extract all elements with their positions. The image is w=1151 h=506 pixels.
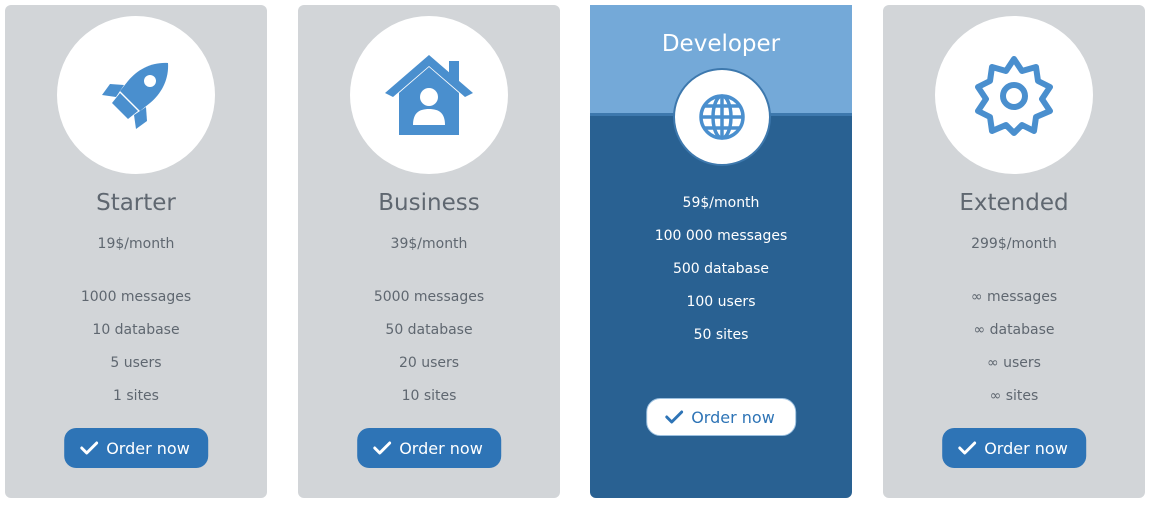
- check-icon: [80, 441, 99, 455]
- feature-users: 5 users: [110, 355, 162, 371]
- feature-database: 500 database: [672, 261, 770, 277]
- feature-list: 5000 messages 50 database 20 users 10 si…: [298, 289, 560, 421]
- feature-users: 100 users: [686, 294, 756, 310]
- plan-card-business: Business 39$/month 5000 messages 50 data…: [298, 5, 560, 498]
- plan-name: Starter: [96, 190, 176, 216]
- order-now-label: Order now: [106, 438, 190, 458]
- feature-messages: ∞ messages: [970, 289, 1058, 305]
- feature-list: ∞ messages ∞ database ∞ users ∞ sites: [883, 289, 1145, 421]
- feature-list: 100 000 messages 500 database 100 users …: [590, 228, 852, 360]
- feature-users: 20 users: [398, 355, 460, 371]
- check-icon: [958, 441, 977, 455]
- feature-messages: 1000 messages: [80, 289, 192, 305]
- plan-icon-circle: [57, 16, 215, 174]
- gear-icon: [975, 56, 1053, 136]
- plan-icon-circle: [350, 16, 508, 174]
- order-now-button-developer[interactable]: Order now: [646, 398, 796, 436]
- feature-sites: 10 sites: [401, 388, 457, 404]
- feature-sites: 50 sites: [693, 327, 749, 343]
- feature-database: ∞ database: [973, 322, 1055, 338]
- feature-messages: 100 000 messages: [654, 228, 788, 244]
- feature-sites: 1 sites: [113, 388, 159, 404]
- feature-database: 50 database: [385, 322, 473, 338]
- order-now-label: Order now: [984, 438, 1068, 458]
- feature-sites: ∞ sites: [989, 388, 1039, 404]
- plan-name: Developer: [661, 31, 781, 57]
- plan-icon-circle: [673, 68, 771, 166]
- plan-name: Extended: [959, 190, 1069, 216]
- plan-price: 59$/month: [682, 195, 760, 211]
- plan-card-extended: Extended 299$/month ∞ messages ∞ databas…: [883, 5, 1145, 498]
- globe-icon: [699, 94, 745, 140]
- order-now-button-starter[interactable]: Order now: [64, 428, 208, 468]
- plan-price: 39$/month: [390, 236, 468, 252]
- feature-users: ∞ users: [987, 355, 1041, 371]
- order-now-button-business[interactable]: Order now: [357, 428, 501, 468]
- feature-list: 1000 messages 10 database 5 users 1 site…: [5, 289, 267, 421]
- plan-card-developer: Developer 59$/month 100 000 messages 500…: [590, 5, 852, 498]
- check-icon: [665, 410, 684, 424]
- feature-database: 10 database: [92, 322, 180, 338]
- home-user-icon: [385, 55, 473, 135]
- order-now-label: Order now: [399, 438, 483, 458]
- rocket-icon: [102, 62, 169, 129]
- plan-price: 19$/month: [97, 236, 175, 252]
- plan-card-starter: Starter 19$/month 1000 messages 10 datab…: [5, 5, 267, 498]
- order-now-button-extended[interactable]: Order now: [942, 428, 1086, 468]
- feature-messages: 5000 messages: [373, 289, 485, 305]
- plan-icon-circle: [935, 16, 1093, 174]
- plan-price: 299$/month: [971, 236, 1057, 252]
- check-icon: [373, 441, 392, 455]
- order-now-label: Order now: [691, 407, 775, 427]
- plan-name: Business: [378, 190, 480, 216]
